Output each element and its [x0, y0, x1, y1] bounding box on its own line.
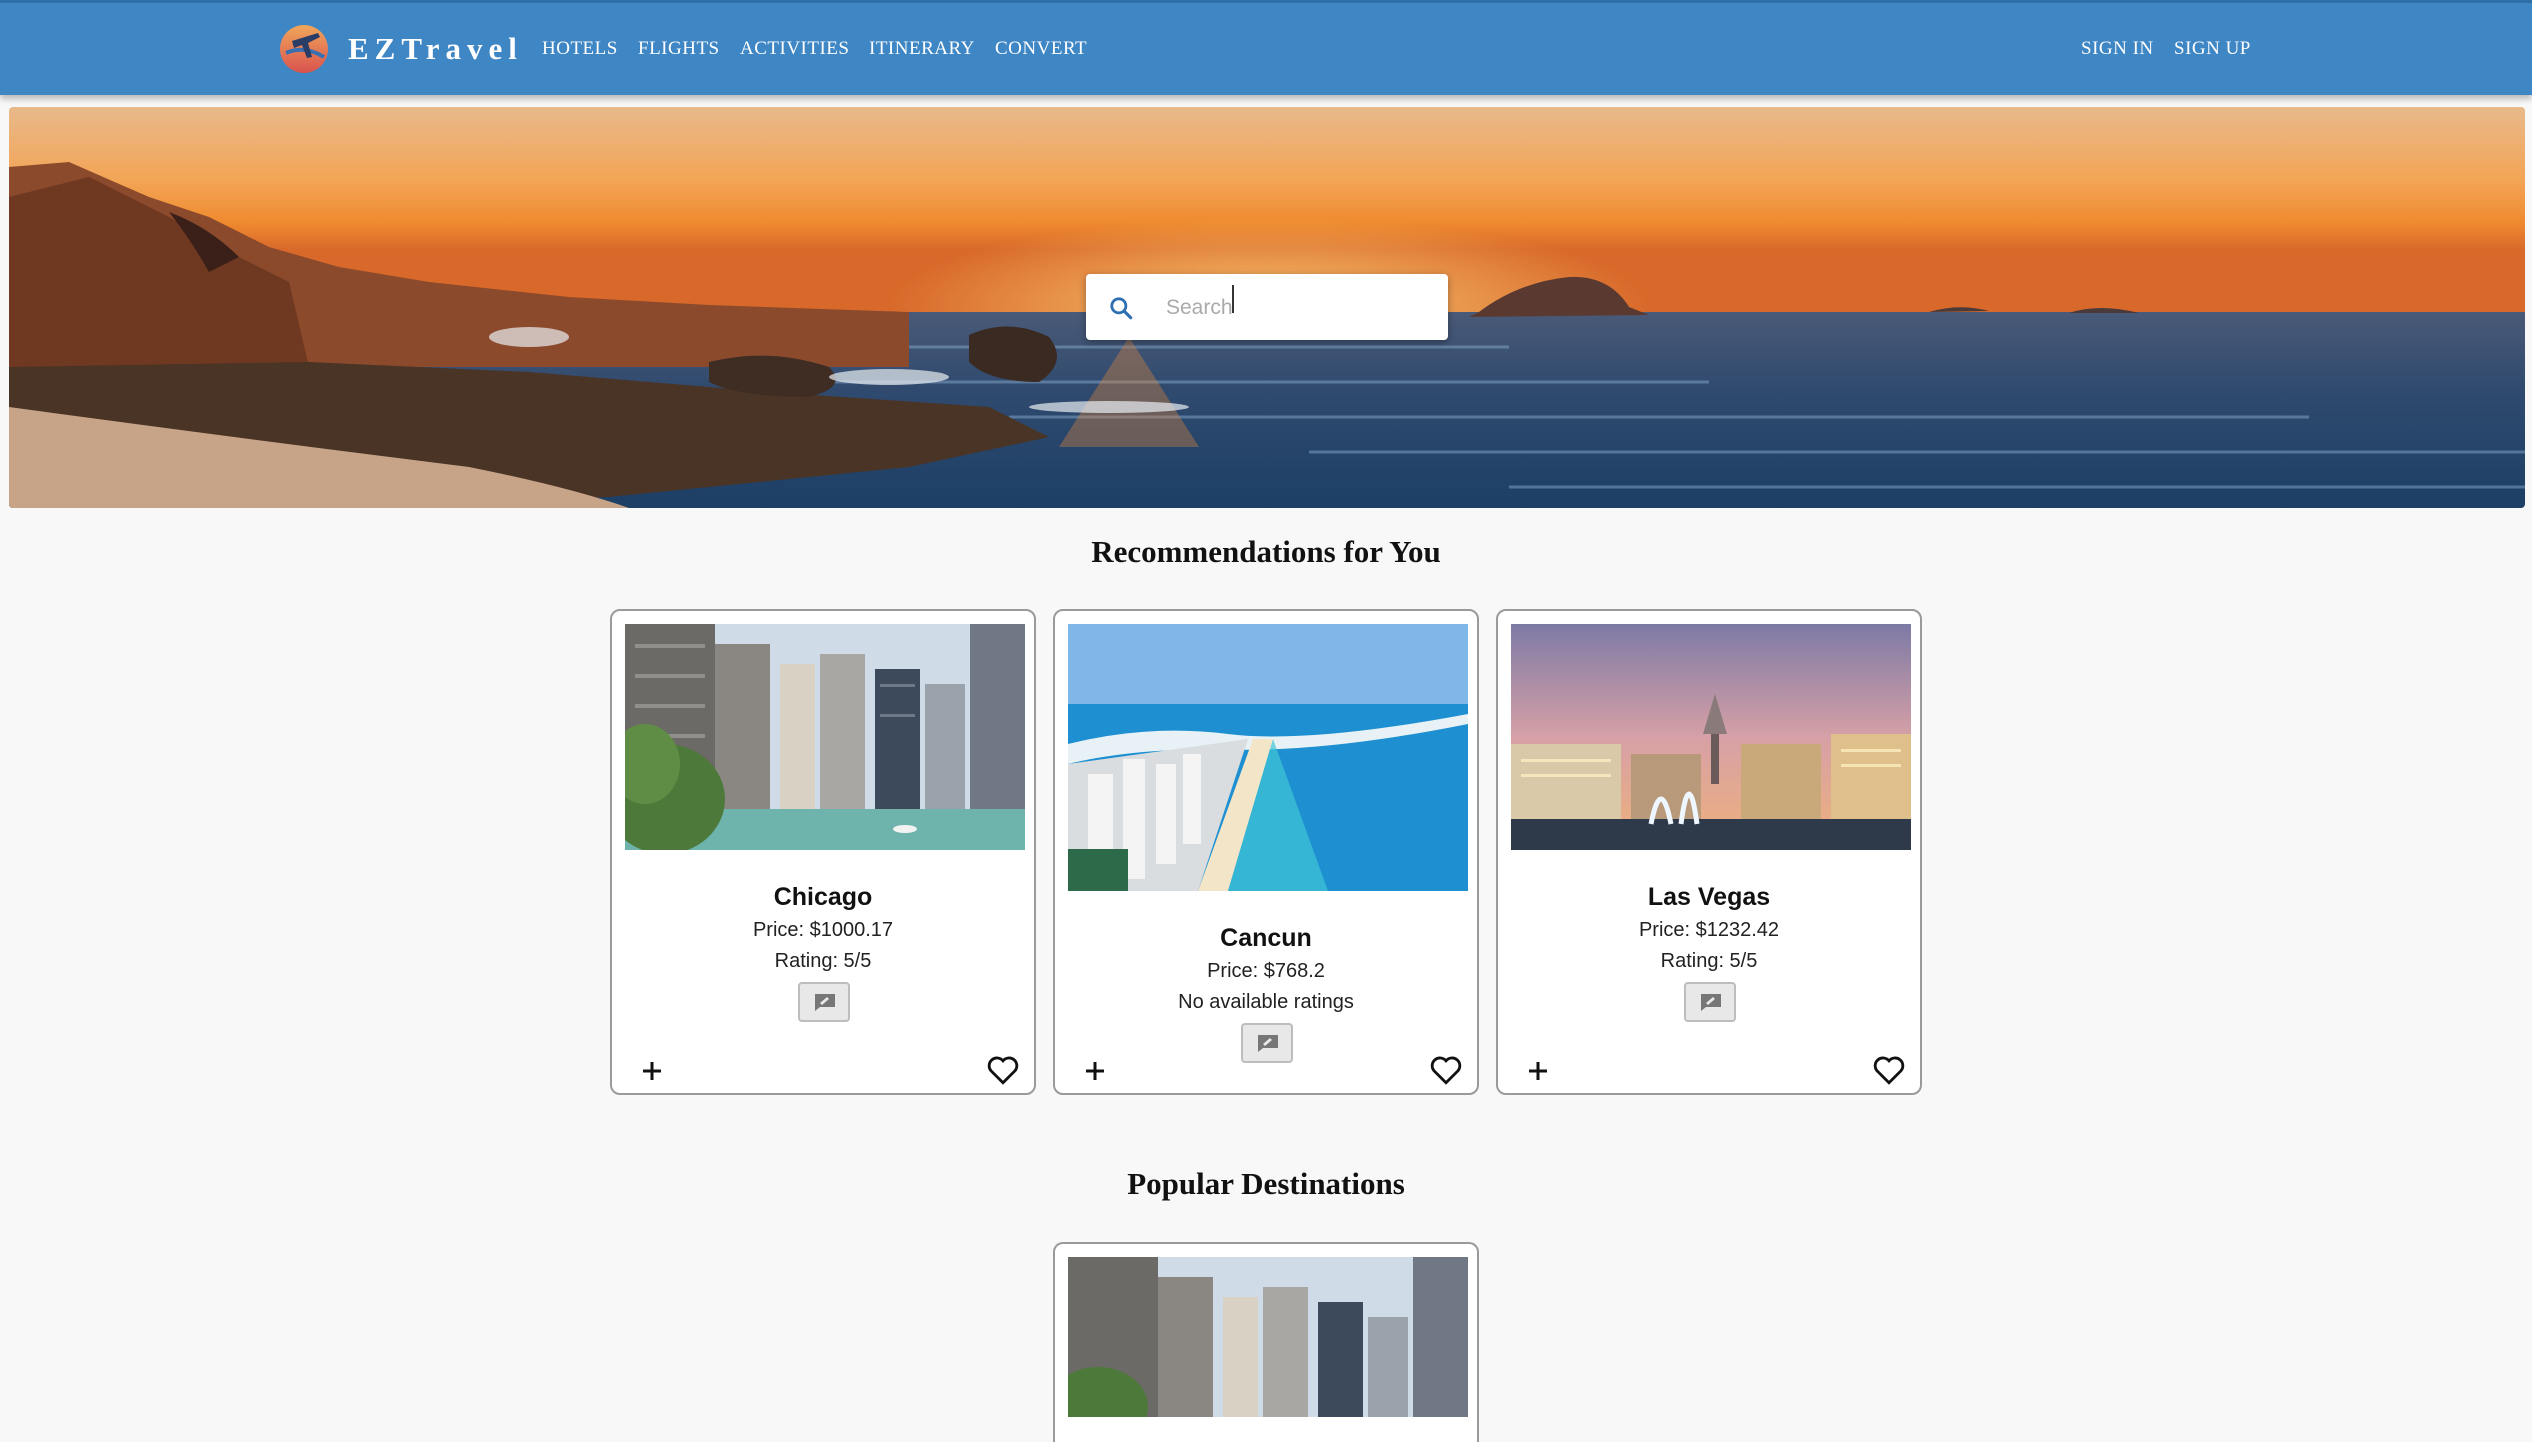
logo-icon[interactable]	[278, 23, 330, 75]
card-rating: Rating: 5/5	[1660, 950, 1758, 972]
nav-flights[interactable]: FLIGHTS	[638, 35, 720, 63]
heart-outline-icon[interactable]	[986, 1053, 1020, 1087]
review-button[interactable]	[1684, 982, 1736, 1022]
nav-itinerary[interactable]: ITINERARY	[869, 35, 975, 63]
plus-icon[interactable]	[1522, 1055, 1554, 1087]
recommendations-heading: Recommendations for You	[1091, 534, 1441, 569]
destination-card[interactable]: Chicago Price: $1000.17 Rating: 5/5	[610, 609, 1036, 1095]
top-navbar: EZTravel HOTELS FLIGHTS ACTIVITIES ITINE…	[0, 0, 2532, 95]
hero-banner	[9, 107, 2525, 508]
sign-up-link[interactable]: SIGN UP	[2174, 35, 2251, 63]
search-bar[interactable]	[1086, 274, 1448, 340]
nav-activities[interactable]: ACTIVITIES	[740, 35, 849, 63]
destination-card[interactable]: Cancun Price: $768.2 No available rating…	[1053, 609, 1479, 1095]
sign-in-link[interactable]: SIGN IN	[2081, 35, 2154, 63]
text-cursor-icon	[1232, 285, 1234, 313]
destination-card[interactable]	[1053, 1242, 1479, 1442]
search-input[interactable]	[1164, 288, 1428, 328]
card-destination-name: Chicago	[773, 883, 873, 911]
destination-card[interactable]: Las Vegas Price: $1232.42 Rating: 5/5	[1496, 609, 1922, 1095]
las-vegas-image[interactable]	[1511, 624, 1911, 850]
popular-destinations-heading: Popular Destinations	[1127, 1166, 1405, 1201]
brand-name[interactable]: EZTravel	[348, 29, 523, 69]
search-icon	[1110, 297, 1133, 320]
cancun-image[interactable]	[1068, 624, 1468, 891]
chicago-image[interactable]	[1068, 1257, 1468, 1417]
card-destination-name: Las Vegas	[1647, 883, 1771, 911]
review-button[interactable]	[1241, 1023, 1293, 1063]
card-price: Price: $1232.42	[1638, 919, 1780, 941]
card-rating: No available ratings	[1178, 991, 1354, 1013]
heart-outline-icon[interactable]	[1872, 1053, 1906, 1087]
review-icon	[815, 994, 835, 1011]
review-icon	[1701, 994, 1721, 1011]
nav-convert[interactable]: CONVERT	[995, 35, 1087, 63]
review-icon	[1258, 1035, 1278, 1052]
chicago-image[interactable]	[625, 624, 1025, 850]
card-price: Price: $768.2	[1207, 960, 1325, 982]
review-button[interactable]	[798, 982, 850, 1022]
plus-icon[interactable]	[636, 1055, 668, 1087]
card-destination-name: Cancun	[1220, 924, 1312, 952]
plus-icon[interactable]	[1079, 1055, 1111, 1087]
nav-hotels[interactable]: HOTELS	[542, 35, 618, 63]
heart-outline-icon[interactable]	[1429, 1053, 1463, 1087]
card-price: Price: $1000.17	[752, 919, 894, 941]
card-rating: Rating: 5/5	[774, 950, 872, 972]
